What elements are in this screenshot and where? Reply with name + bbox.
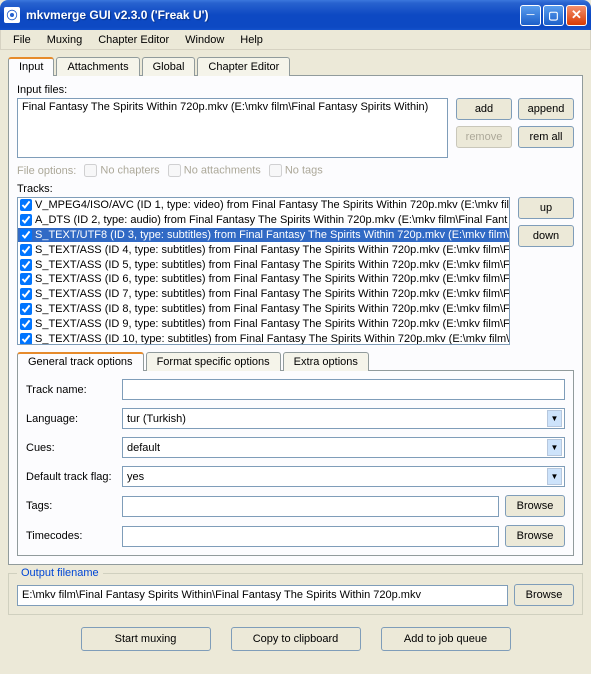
minimize-button[interactable]: ─ [520,5,541,26]
output-legend: Output filename [17,567,103,579]
input-file-item[interactable]: Final Fantasy The Spirits Within 720p.mk… [22,101,443,113]
tab-attachments[interactable]: Attachments [56,57,139,76]
chevron-down-icon: ▼ [547,468,562,485]
tab-input[interactable]: Input [8,57,54,76]
track-checkbox[interactable] [20,199,32,211]
track-row[interactable]: S_TEXT/ASS (ID 6, type: subtitles) from … [18,272,510,287]
track-checkbox[interactable] [20,333,32,345]
track-row[interactable]: S_TEXT/ASS (ID 5, type: subtitles) from … [18,257,510,272]
menu-chapter-editor[interactable]: Chapter Editor [90,32,177,48]
tags-browse-button[interactable]: Browse [505,495,565,517]
track-checkbox[interactable] [20,244,32,256]
start-muxing-button[interactable]: Start muxing [81,627,211,651]
track-label: S_TEXT/ASS (ID 8, type: subtitles) from … [35,303,510,315]
track-label: S_TEXT/ASS (ID 7, type: subtitles) from … [35,288,510,300]
remove-all-button[interactable]: rem all [518,126,574,148]
close-button[interactable]: ✕ [566,5,587,26]
input-files-label: Input files: [17,84,574,96]
file-options-label: File options: [17,165,76,177]
main-tabstrip: Input Attachments Global Chapter Editor [8,56,583,75]
track-label: S_TEXT/ASS (ID 10, type: subtitles) from… [35,333,509,345]
track-checkbox[interactable] [20,273,32,285]
track-checkbox[interactable] [20,214,32,226]
track-checkbox[interactable] [20,318,32,330]
tab-format-specific[interactable]: Format specific options [146,352,281,371]
track-checkbox[interactable] [20,303,32,315]
track-row[interactable]: A_DTS (ID 2, type: audio) from Final Fan… [18,213,510,228]
default-flag-label: Default track flag: [26,471,122,483]
cues-select[interactable]: default▼ [122,437,565,458]
copy-clipboard-button[interactable]: Copy to clipboard [231,627,361,651]
remove-button[interactable]: remove [456,126,512,148]
tab-general-track[interactable]: General track options [17,352,144,371]
append-button[interactable]: append [518,98,574,120]
track-name-label: Track name: [26,384,122,396]
language-select[interactable]: tur (Turkish)▼ [122,408,565,429]
menu-muxing[interactable]: Muxing [39,32,90,48]
no-attachments-checkbox[interactable]: No attachments [168,164,261,177]
track-label: S_TEXT/ASS (ID 9, type: subtitles) from … [35,318,510,330]
chevron-down-icon: ▼ [547,410,562,427]
timecodes-label: Timecodes: [26,530,122,542]
track-checkbox[interactable] [20,229,32,241]
file-options: File options: No chapters No attachments… [17,164,574,177]
tracks-label: Tracks: [17,183,574,195]
tags-label: Tags: [26,500,122,512]
output-browse-button[interactable]: Browse [514,584,574,606]
maximize-button[interactable]: ▢ [543,5,564,26]
tab-global[interactable]: Global [142,57,196,76]
bottom-buttons: Start muxing Copy to clipboard Add to jo… [8,627,583,651]
menu-window[interactable]: Window [177,32,232,48]
down-button[interactable]: down [518,225,574,247]
track-row[interactable]: S_TEXT/ASS (ID 7, type: subtitles) from … [18,287,510,302]
menu-help[interactable]: Help [232,32,271,48]
track-checkbox[interactable] [20,288,32,300]
menu-file[interactable]: File [5,32,39,48]
track-row[interactable]: S_TEXT/ASS (ID 8, type: subtitles) from … [18,302,510,317]
track-row[interactable]: S_TEXT/ASS (ID 4, type: subtitles) from … [18,242,510,257]
track-checkbox[interactable] [20,259,32,271]
track-label: S_TEXT/ASS (ID 5, type: subtitles) from … [35,259,510,271]
app-icon: ⦿ [4,7,20,23]
output-fieldset: Output filename Browse [8,573,583,615]
track-row[interactable]: S_TEXT/ASS (ID 9, type: subtitles) from … [18,316,510,331]
up-button[interactable]: up [518,197,574,219]
tab-extra-options[interactable]: Extra options [283,352,369,371]
track-row[interactable]: V_MPEG4/ISO/AVC (ID 1, type: video) from… [18,198,510,213]
add-button[interactable]: add [456,98,512,120]
timecodes-browse-button[interactable]: Browse [505,525,565,547]
cues-label: Cues: [26,442,122,454]
general-track-panel: Track name: Language: tur (Turkish)▼ Cue… [17,370,574,556]
track-label: V_MPEG4/ISO/AVC (ID 1, type: video) from… [35,199,509,211]
output-path-input[interactable] [17,585,508,606]
track-row[interactable]: S_TEXT/UTF8 (ID 3, type: subtitles) from… [18,228,510,243]
track-label: S_TEXT/UTF8 (ID 3, type: subtitles) from… [35,229,509,241]
tab-chapter-editor[interactable]: Chapter Editor [197,57,290,76]
track-label: S_TEXT/ASS (ID 4, type: subtitles) from … [35,244,510,256]
tags-input[interactable] [122,496,499,517]
menubar: File Muxing Chapter Editor Window Help [0,30,591,50]
timecodes-input[interactable] [122,526,499,547]
add-job-queue-button[interactable]: Add to job queue [381,627,511,651]
language-label: Language: [26,413,122,425]
default-flag-select[interactable]: yes▼ [122,466,565,487]
no-tags-checkbox[interactable]: No tags [269,164,323,177]
input-files-list[interactable]: Final Fantasy The Spirits Within 720p.mk… [17,98,448,158]
track-label: S_TEXT/ASS (ID 6, type: subtitles) from … [35,273,510,285]
track-row[interactable]: S_TEXT/ASS (ID 10, type: subtitles) from… [18,331,510,345]
no-chapters-checkbox[interactable]: No chapters [84,164,159,177]
track-label: A_DTS (ID 2, type: audio) from Final Fan… [35,214,507,226]
window-title: mkvmerge GUI v2.3.0 ('Freak U') [26,8,518,22]
titlebar: ⦿ mkvmerge GUI v2.3.0 ('Freak U') ─ ▢ ✕ [0,0,591,30]
track-name-input[interactable] [122,379,565,400]
track-options-tabstrip: General track options Format specific op… [17,351,574,370]
input-panel: Input files: Final Fantasy The Spirits W… [8,75,583,565]
tracks-list[interactable]: V_MPEG4/ISO/AVC (ID 1, type: video) from… [17,197,510,345]
chevron-down-icon: ▼ [547,439,562,456]
